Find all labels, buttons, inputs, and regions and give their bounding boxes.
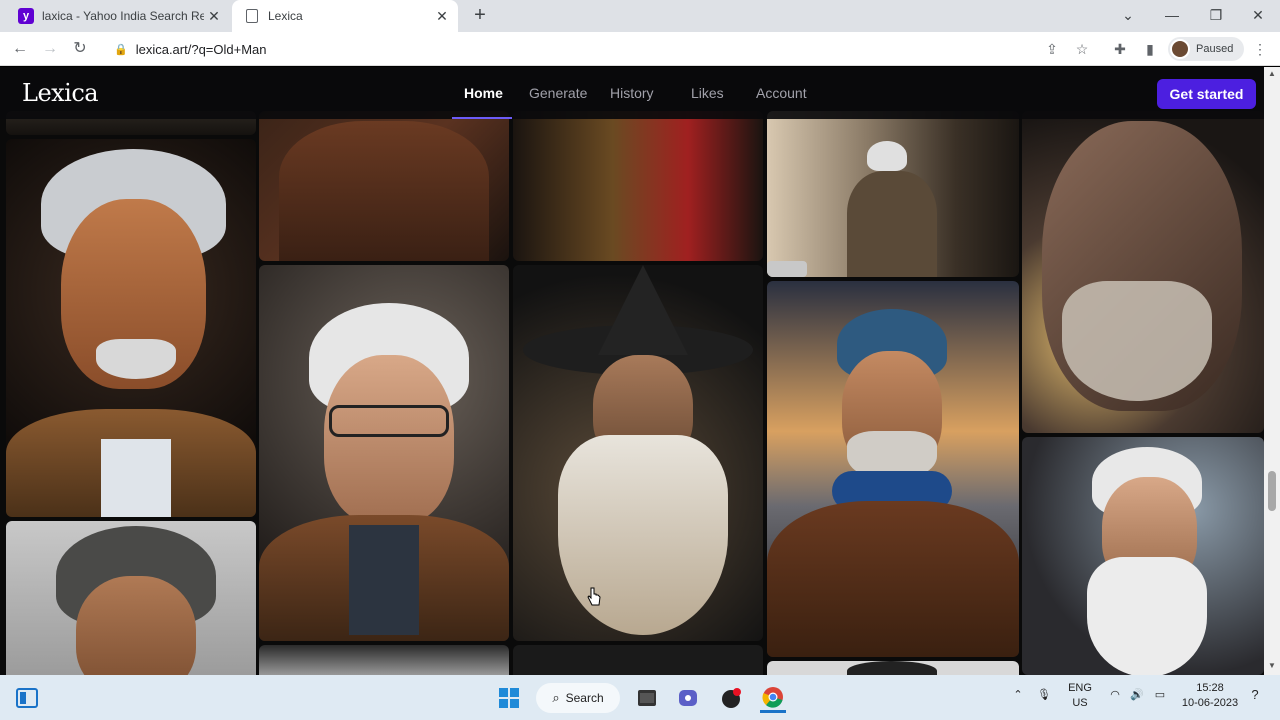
scrollbar-thumb[interactable] xyxy=(1268,471,1276,511)
tab-lexica[interactable]: Lexica ✕ xyxy=(232,0,458,32)
new-tab-button[interactable]: + xyxy=(468,4,492,28)
forward-arrow-icon[interactable]: → xyxy=(38,37,62,61)
file-explorer-icon[interactable] xyxy=(636,683,658,713)
nav-home[interactable]: Home xyxy=(464,67,503,119)
nav-account[interactable]: Account xyxy=(756,67,807,119)
battery-icon[interactable]: ▭ xyxy=(1150,688,1170,703)
yahoo-icon: y xyxy=(18,8,34,24)
tab-label: laxica - Yahoo India Search Resul xyxy=(42,9,204,23)
browser-tab-bar: y laxica - Yahoo India Search Resul ✕ Le… xyxy=(0,0,1280,32)
get-started-button[interactable]: Get started xyxy=(1157,79,1256,109)
extensions-puzzle-icon[interactable]: ✚ xyxy=(1108,37,1132,61)
document-icon xyxy=(246,9,258,23)
gallery-image[interactable] xyxy=(513,111,763,261)
active-nav-indicator xyxy=(452,117,512,119)
gallery-image[interactable] xyxy=(259,265,509,641)
media-app-icon[interactable] xyxy=(720,683,744,713)
wifi-icon[interactable]: ◠ xyxy=(1106,688,1124,703)
microphone-icon[interactable]: 🎙 xyxy=(1036,688,1052,703)
site-header: Lexica Home Generate History Likes Accou… xyxy=(0,67,1264,119)
hand-cursor-icon xyxy=(587,587,601,606)
clock[interactable]: 15:28 10-06-2023 xyxy=(1180,681,1240,711)
page-scrollbar[interactable]: ▲ ▼ xyxy=(1264,67,1280,675)
gallery-image[interactable] xyxy=(259,111,509,261)
more-menu-icon[interactable]: ⋮ xyxy=(1248,37,1272,61)
windows-taskbar: ⌕ Search ⌃ 🎙 ENG US ◠ 🔊 ▭ 15:28 10-06-20… xyxy=(0,675,1280,720)
gallery-image[interactable] xyxy=(1022,111,1264,433)
teams-meet-icon[interactable] xyxy=(678,683,702,713)
gallery-image[interactable] xyxy=(6,139,256,517)
tab-search-chevron-icon[interactable]: ⌄ xyxy=(1106,0,1150,32)
lock-icon: 🔒 xyxy=(114,43,128,56)
taskbar-search-button[interactable]: ⌕ Search xyxy=(536,683,620,713)
profile-status: Paused xyxy=(1196,43,1234,55)
gallery-image[interactable] xyxy=(259,645,509,675)
nav-history[interactable]: History xyxy=(610,67,654,119)
close-tab-icon[interactable]: ✕ xyxy=(204,8,224,25)
gallery-image[interactable] xyxy=(1022,437,1264,675)
lexica-logo[interactable]: Lexica xyxy=(22,79,99,107)
profile-button[interactable]: Paused xyxy=(1168,37,1244,61)
chrome-icon[interactable] xyxy=(760,683,786,713)
gallery-image[interactable] xyxy=(767,661,1019,675)
gallery-image[interactable] xyxy=(513,265,763,641)
scroll-down-icon[interactable]: ▼ xyxy=(1264,661,1280,670)
gallery-image[interactable] xyxy=(6,521,256,675)
gallery-image[interactable] xyxy=(767,281,1019,657)
restore-button[interactable]: ❐ xyxy=(1194,0,1238,32)
nav-generate[interactable]: Generate xyxy=(529,67,587,119)
language-indicator[interactable]: ENG US xyxy=(1064,681,1096,711)
volume-icon[interactable]: 🔊 xyxy=(1128,688,1146,703)
region-code: US xyxy=(1072,697,1088,709)
reload-icon[interactable]: ↻ xyxy=(68,37,92,61)
window-close-button[interactable]: ✕ xyxy=(1236,0,1280,32)
help-icon[interactable]: ? xyxy=(1246,687,1264,702)
search-icon: ⌕ xyxy=(552,690,560,705)
clock-time: 15:28 xyxy=(1196,682,1224,694)
tab-label: Lexica xyxy=(268,9,303,23)
clock-date: 10-06-2023 xyxy=(1181,697,1239,709)
bookmark-star-icon[interactable]: ☆ xyxy=(1070,37,1094,61)
back-arrow-icon[interactable]: ← xyxy=(8,37,32,61)
widgets-icon[interactable] xyxy=(14,683,40,713)
url-text: lexica.art/?q=Old+Man xyxy=(135,41,267,57)
tray-chevron-up-icon[interactable]: ⌃ xyxy=(1010,688,1026,703)
close-tab-icon[interactable]: ✕ xyxy=(432,8,452,25)
nav-likes[interactable]: Likes xyxy=(691,67,724,119)
taskbar-search-label: Search xyxy=(565,691,604,705)
avatar xyxy=(1170,39,1190,59)
browser-toolbar: ← → ↻ 🔒 lexica.art/?q=Old+Man ⇪ ☆ ✚ ▮ Pa… xyxy=(0,32,1280,66)
side-panel-icon[interactable]: ▮ xyxy=(1138,37,1162,61)
language-code: ENG xyxy=(1068,682,1092,694)
lexica-page: Lexica Home Generate History Likes Accou… xyxy=(0,67,1280,675)
share-icon[interactable]: ⇪ xyxy=(1040,37,1064,61)
scroll-up-icon[interactable]: ▲ xyxy=(1264,69,1280,78)
gallery-image[interactable] xyxy=(513,645,763,675)
start-windows-icon[interactable] xyxy=(496,683,522,713)
tab-yahoo-search[interactable]: y laxica - Yahoo India Search Resul ✕ xyxy=(8,0,230,32)
gallery-image[interactable] xyxy=(767,111,1019,277)
minimize-button[interactable]: — xyxy=(1150,0,1194,32)
address-bar[interactable]: 🔒 lexica.art/?q=Old+Man xyxy=(102,36,1102,62)
